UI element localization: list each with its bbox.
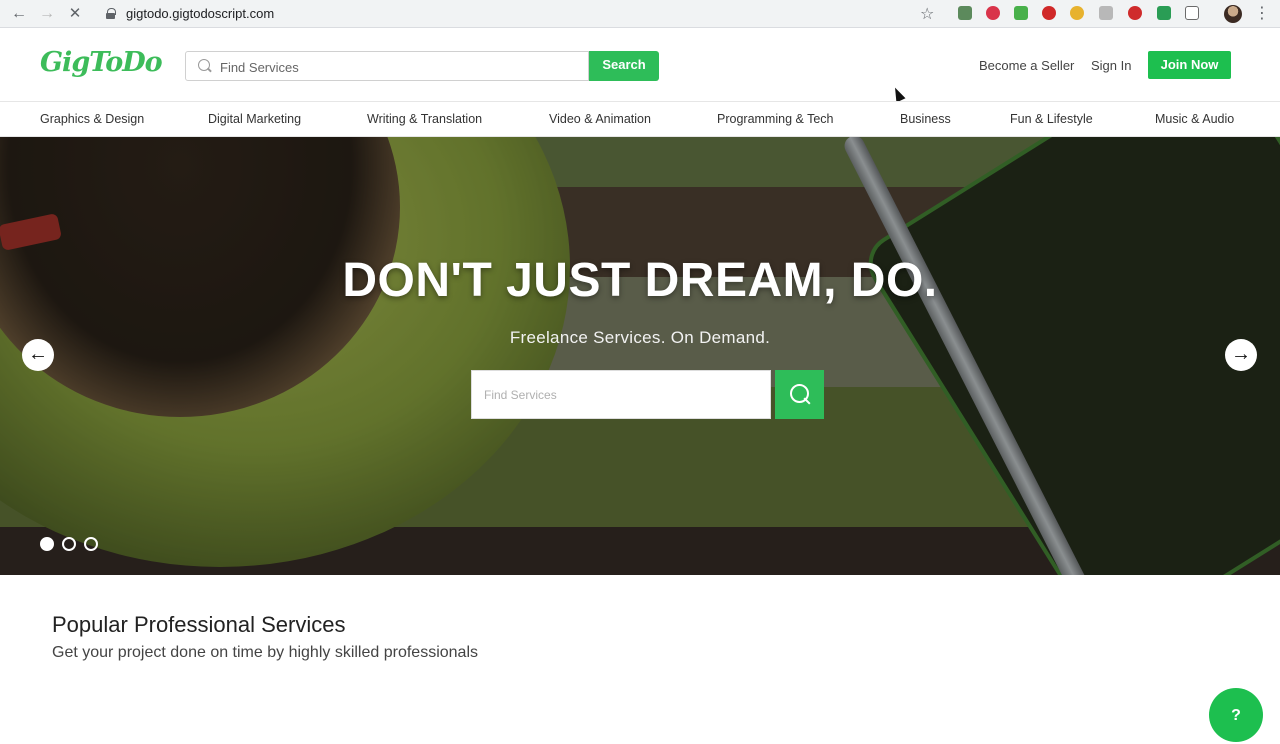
hero-search-button[interactable] <box>775 370 824 419</box>
extension-green-icon[interactable] <box>1014 6 1028 20</box>
hero-search-box <box>471 370 771 419</box>
search-icon <box>198 59 212 73</box>
sign-in-link[interactable]: Sign In <box>1091 58 1131 73</box>
slider-dot-3[interactable] <box>84 537 98 551</box>
address-bar[interactable]: gigtodo.gigtodoscript.com <box>96 2 946 26</box>
category-music-audio[interactable]: Music & Audio <box>1155 112 1234 126</box>
profile-avatar[interactable] <box>1224 5 1242 23</box>
slider-prev-arrow-icon[interactable]: ← <box>22 339 54 371</box>
category-digital-marketing[interactable]: Digital Marketing <box>208 112 301 126</box>
category-fun-lifestyle[interactable]: Fun & Lifestyle <box>1010 112 1093 126</box>
popular-section-title: Popular Professional Services <box>52 612 346 637</box>
become-seller-link[interactable]: Become a Seller <box>979 58 1074 73</box>
category-writing-translation[interactable]: Writing & Translation <box>367 112 482 126</box>
extension-window-icon[interactable] <box>1185 6 1199 20</box>
category-business[interactable]: Business <box>900 112 951 126</box>
extension-red-circle-icon[interactable] <box>1128 6 1142 20</box>
bookmark-star-icon[interactable]: ☆ <box>920 4 934 24</box>
slider-next-arrow-icon[interactable]: → <box>1225 339 1257 371</box>
search-icon <box>788 382 812 406</box>
site-header: GigToDo Search Become a Seller Sign In J… <box>0 29 1280 103</box>
hero-title: DON'T JUST DREAM, DO. <box>342 254 938 307</box>
hero-overlay <box>0 137 1280 575</box>
category-video-animation[interactable]: Video & Animation <box>549 112 651 126</box>
extension-pen-icon[interactable] <box>958 6 972 20</box>
stop-loading-icon[interactable]: ✕ <box>65 4 85 24</box>
back-icon[interactable]: ← <box>9 4 29 24</box>
forward-icon[interactable]: → <box>37 4 57 24</box>
extension-red-icon[interactable] <box>986 6 1000 20</box>
extension-green-square-icon[interactable] <box>1157 6 1171 20</box>
browser-toolbar: ← → ✕ gigtodo.gigtodoscript.com ☆ ⋮ <box>0 0 1280 28</box>
header-search-input[interactable] <box>220 57 580 77</box>
browser-menu-icon[interactable]: ⋮ <box>1254 3 1270 23</box>
lock-icon <box>106 8 116 19</box>
extension-gray-icon[interactable] <box>1099 6 1113 20</box>
url-text: gigtodo.gigtodoscript.com <box>126 6 275 21</box>
category-programming-tech[interactable]: Programming & Tech <box>717 112 834 126</box>
mouse-cursor-icon <box>890 85 906 103</box>
category-nav: Graphics & Design Digital Marketing Writ… <box>0 101 1280 137</box>
category-graphics-design[interactable]: Graphics & Design <box>40 112 144 126</box>
help-chat-button[interactable]: ? <box>1209 688 1263 742</box>
extension-bulb-icon[interactable] <box>1070 6 1084 20</box>
hero-search-input[interactable] <box>484 385 754 405</box>
hero-slider: DON'T JUST DREAM, DO. Freelance Services… <box>0 137 1280 575</box>
join-now-button[interactable]: Join Now <box>1148 51 1231 79</box>
header-search-button[interactable]: Search <box>589 51 659 81</box>
header-search-box <box>185 51 589 81</box>
popular-section-subtitle: Get your project done on time by highly … <box>52 644 478 661</box>
adblock-abp-icon[interactable] <box>1042 6 1056 20</box>
slider-dot-1[interactable] <box>40 537 54 551</box>
hero-subtitle: Freelance Services. On Demand. <box>509 328 771 347</box>
site-logo[interactable]: GigToDo <box>40 47 163 78</box>
slider-dot-2[interactable] <box>62 537 76 551</box>
